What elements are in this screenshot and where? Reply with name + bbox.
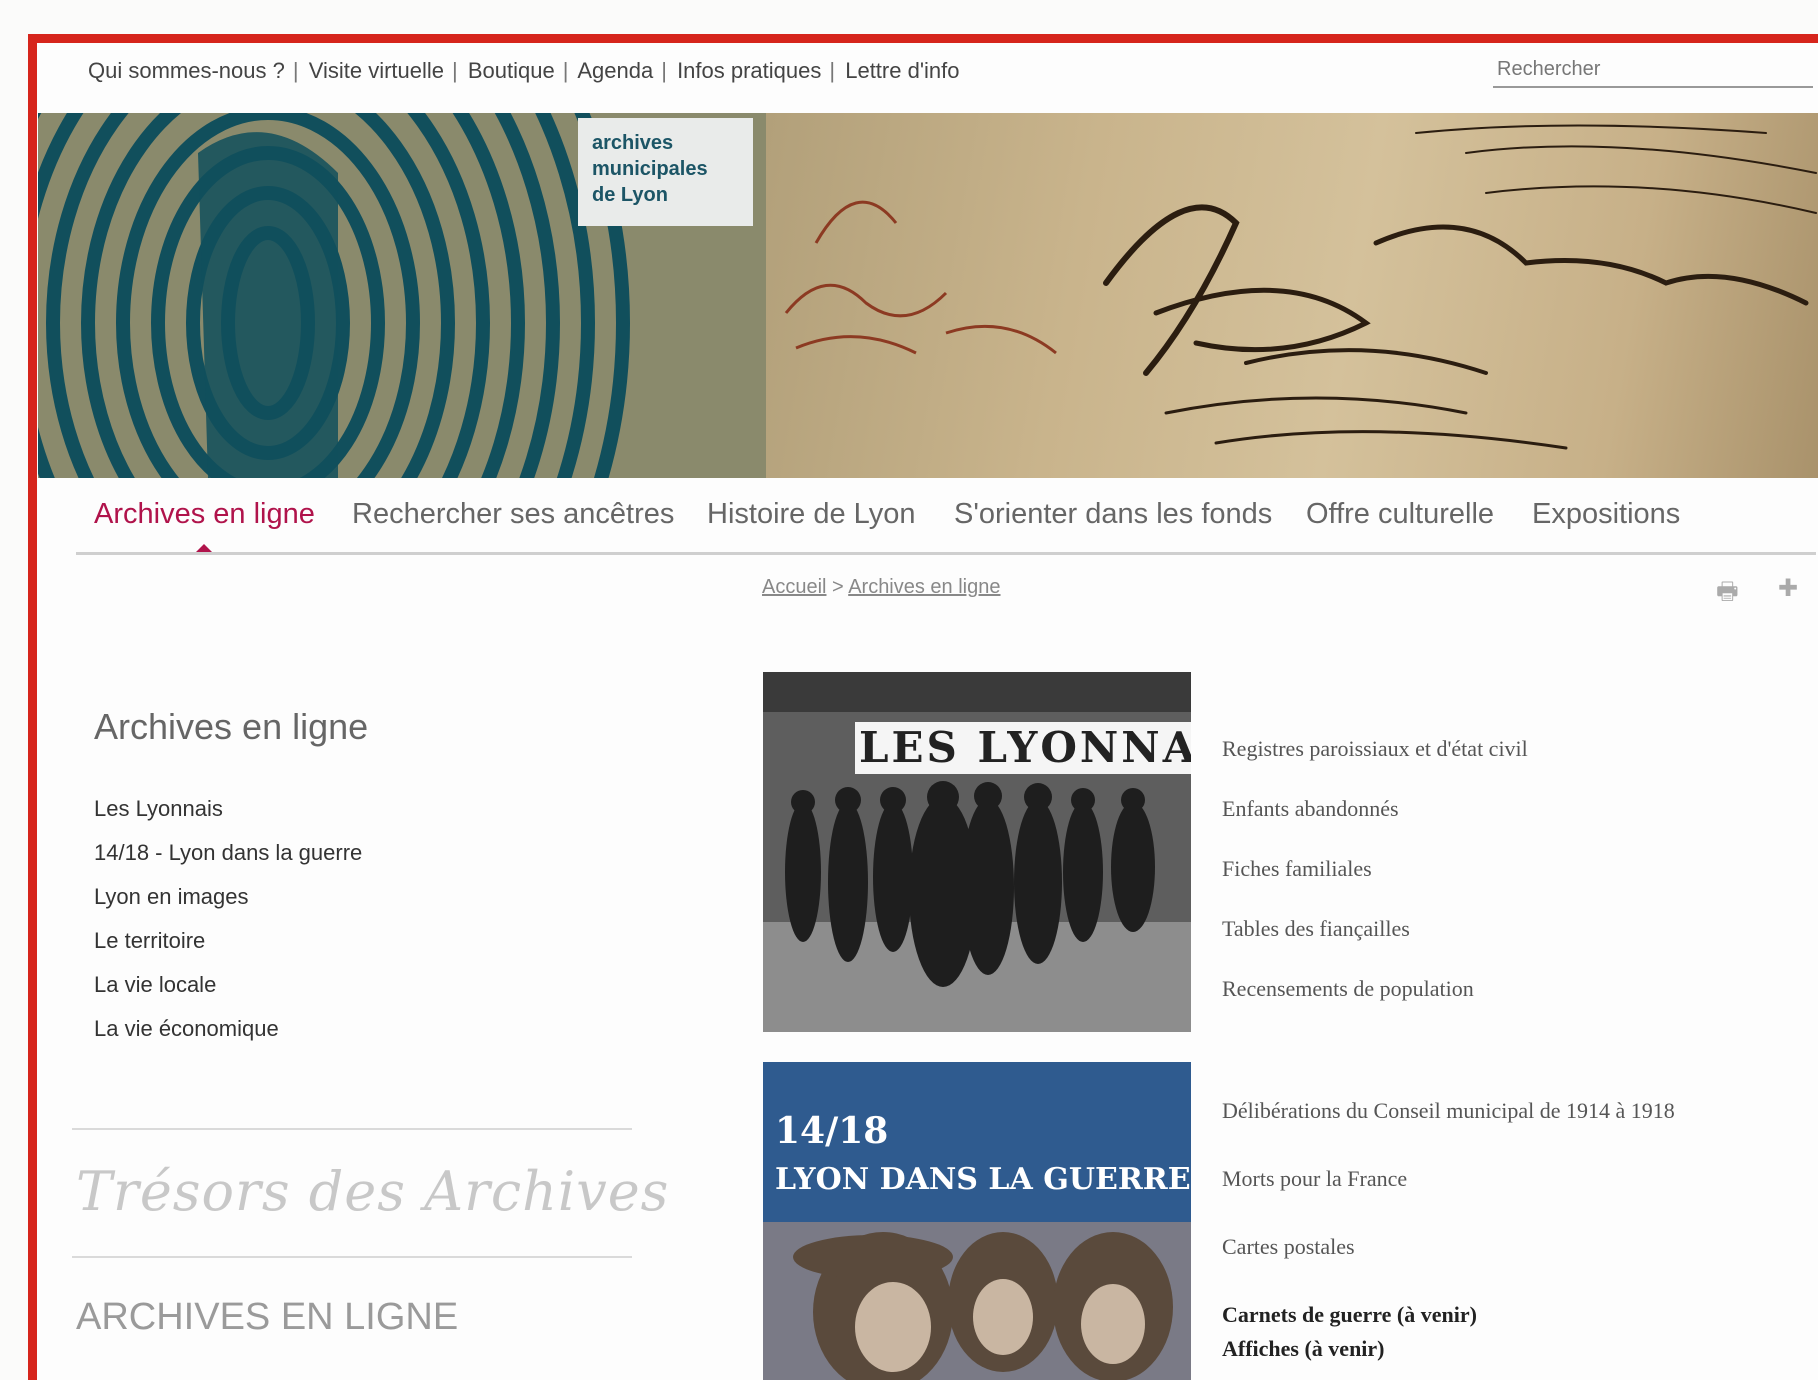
sidebar-title: Archives en ligne [94, 706, 369, 747]
utility-separator: | [661, 58, 667, 83]
thumbnail-title: LES LYONNAIS [855, 722, 1191, 774]
utility-link-practical[interactable]: Infos pratiques [677, 58, 821, 83]
archives-en-ligne-heading: ARCHIVES EN LIGNE [76, 1296, 459, 1338]
breadcrumb-home[interactable]: Accueil [762, 576, 826, 598]
sidebar-item-lyon-guerre[interactable]: 14/18 - Lyon dans la guerre [94, 840, 362, 884]
breadcrumb: Accueil > Archives en ligne [762, 576, 1001, 599]
main-nav: Archives en ligne Rechercher ses ancêtre… [90, 498, 1790, 544]
sidebar-item-vie-locale[interactable]: La vie locale [94, 972, 362, 1016]
utility-separator: | [292, 58, 299, 83]
header-banner: archives municipales de Lyon [38, 113, 1818, 478]
link-affiches[interactable]: Affiches (à venir) [1222, 1336, 1675, 1370]
sidebar-item-vie-economique[interactable]: La vie économique [94, 1016, 362, 1060]
plus-icon[interactable]: ✚ [1778, 574, 1798, 603]
link-morts-pour-la-france[interactable]: Morts pour la France [1222, 1166, 1675, 1234]
link-carnets-de-guerre[interactable]: Carnets de guerre (à venir) [1222, 1302, 1675, 1336]
sidebar-item-lyon-images[interactable]: Lyon en images [94, 884, 362, 928]
lyon-guerre-links: Délibérations du Conseil municipal de 19… [1222, 1098, 1675, 1370]
nav-divider [76, 552, 1816, 555]
utility-link-about[interactable]: Qui sommes-nous ? [88, 58, 285, 83]
print-icon[interactable]: 🖶 [1716, 574, 1739, 615]
les-lyonnais-thumbnail[interactable]: LES LYONNAIS [763, 672, 1191, 1032]
link-recensements[interactable]: Recensements de population [1222, 976, 1528, 1036]
utility-link-shop[interactable]: Boutique [468, 58, 555, 83]
utility-link-agenda[interactable]: Agenda [577, 58, 653, 83]
lyon-dans-la-guerre-thumbnail[interactable]: 14/18 LYON DANS LA GUERRE [763, 1062, 1191, 1380]
utility-link-newsletter[interactable]: Lettre d'info [845, 58, 959, 83]
link-enfants-abandonnes[interactable]: Enfants abandonnés [1222, 796, 1528, 856]
thumbnail-title-line-1: 14/18 [775, 1110, 889, 1152]
sidebar-item-les-lyonnais[interactable]: Les Lyonnais [94, 796, 362, 840]
link-registres-paroissiaux[interactable]: Registres paroissiaux et d'état civil [1222, 736, 1528, 796]
fingerprint-image: archives municipales de Lyon [38, 113, 766, 478]
link-fiches-familiales[interactable]: Fiches familiales [1222, 856, 1528, 916]
tresors-des-archives-link[interactable]: Trésors des Archives [76, 1160, 669, 1223]
nav-tab-archives-en-ligne[interactable]: Archives en ligne [94, 498, 315, 531]
link-tables-fiancailles[interactable]: Tables des fiançailles [1222, 916, 1528, 976]
utility-separator: | [829, 58, 836, 83]
logo-line: de Lyon [592, 184, 668, 206]
nav-tab-expositions[interactable]: Expositions [1532, 498, 1680, 531]
nav-tab-offre-culturelle[interactable]: Offre culturelle [1306, 498, 1494, 531]
nav-tab-histoire-lyon[interactable]: Histoire de Lyon [707, 498, 915, 531]
utility-bar: Qui sommes-nous ? | Visite virtuelle | Bou… [88, 58, 1813, 92]
utility-link-visit[interactable]: Visite virtuelle [309, 58, 444, 83]
thumbnail-title-line-2: LYON DANS LA GUERRE [775, 1162, 1191, 1197]
sidebar-divider [72, 1128, 632, 1130]
sidebar-item-territoire[interactable]: Le territoire [94, 928, 362, 972]
breadcrumb-current[interactable]: Archives en ligne [848, 576, 1000, 598]
sidebar-menu: Les Lyonnais 14/18 - Lyon dans la guerre… [94, 796, 362, 1060]
site-logo[interactable]: archives municipales de Lyon [578, 118, 753, 226]
utility-separator: | [562, 58, 569, 83]
les-lyonnais-links: Registres paroissiaux et d'état civil En… [1222, 736, 1528, 1036]
nav-tab-rechercher-ancetres[interactable]: Rechercher ses ancêtres [352, 498, 674, 531]
breadcrumb-separator: > [832, 576, 844, 598]
manuscript-image [766, 113, 1818, 478]
logo-line: archives [592, 132, 674, 154]
logo-line: municipales [592, 158, 708, 180]
link-deliberations[interactable]: Délibérations du Conseil municipal de 19… [1222, 1098, 1675, 1166]
link-cartes-postales[interactable]: Cartes postales [1222, 1234, 1675, 1302]
sidebar-divider [72, 1256, 632, 1258]
search-input[interactable]: Rechercher [1493, 58, 1813, 88]
utility-separator: | [452, 58, 458, 83]
nav-tab-orienter-fonds[interactable]: S'orienter dans les fonds [954, 498, 1272, 531]
